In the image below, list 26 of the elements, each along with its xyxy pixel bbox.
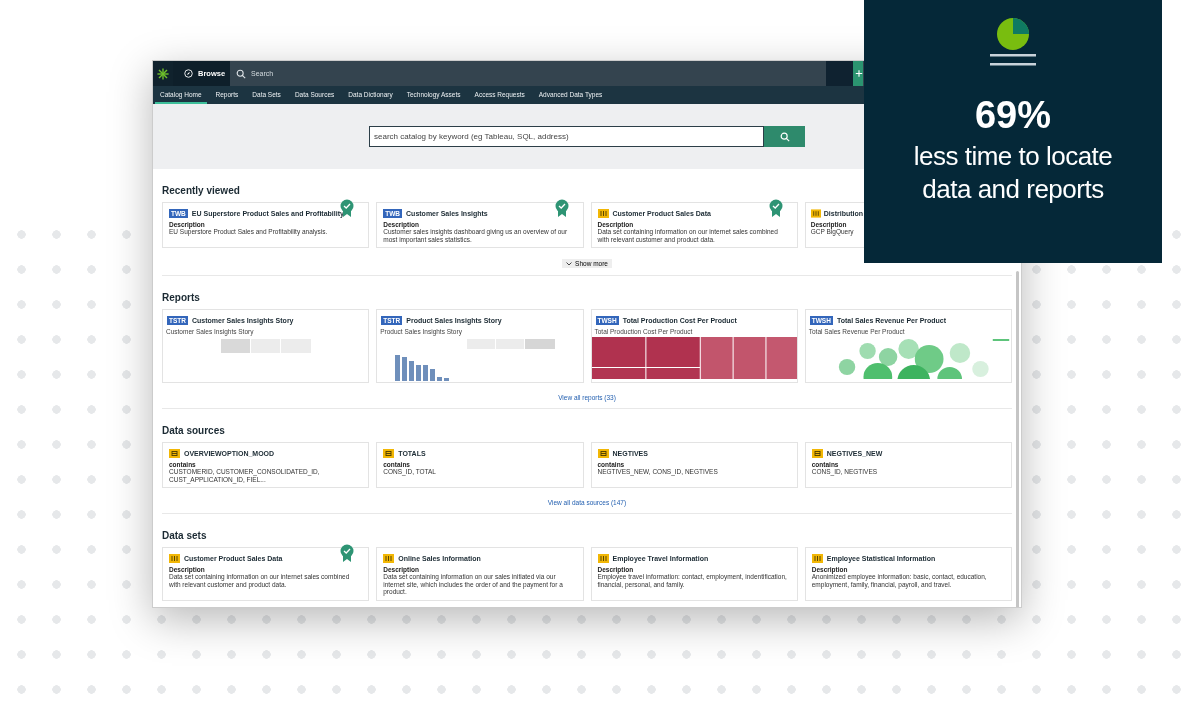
stat-caption: less time to locate data and reports: [912, 140, 1114, 206]
table-icon: [811, 448, 823, 458]
table-icon: [597, 208, 609, 218]
table-icon: [597, 553, 609, 563]
table-icon: [383, 553, 395, 563]
section-heading: Reports: [162, 292, 200, 303]
scrollbar[interactable]: [1016, 271, 1019, 607]
section-heading: Data sets: [162, 530, 207, 541]
add-button[interactable]: [853, 61, 863, 86]
section-heading: Recently viewed: [162, 185, 240, 196]
plus-icon: [855, 69, 863, 78]
search-button[interactable]: [764, 126, 805, 147]
stat-value: 69%: [974, 95, 1052, 135]
table-icon: [811, 553, 823, 563]
table-icon: [597, 448, 609, 458]
logo-icon[interactable]: [153, 61, 173, 86]
caret-icon: [566, 261, 573, 266]
table-icon: [169, 448, 180, 458]
catalog-search-field[interactable]: search catalog by keyword (eg Tableau, SQL, address): [369, 126, 764, 147]
search-icon: [236, 68, 246, 79]
table-icon: [169, 553, 180, 563]
table-icon: [810, 208, 821, 218]
search-icon: [779, 131, 790, 142]
section-heading: Data sources: [162, 425, 225, 436]
table-icon: [383, 448, 395, 458]
compass-icon: [184, 69, 193, 78]
